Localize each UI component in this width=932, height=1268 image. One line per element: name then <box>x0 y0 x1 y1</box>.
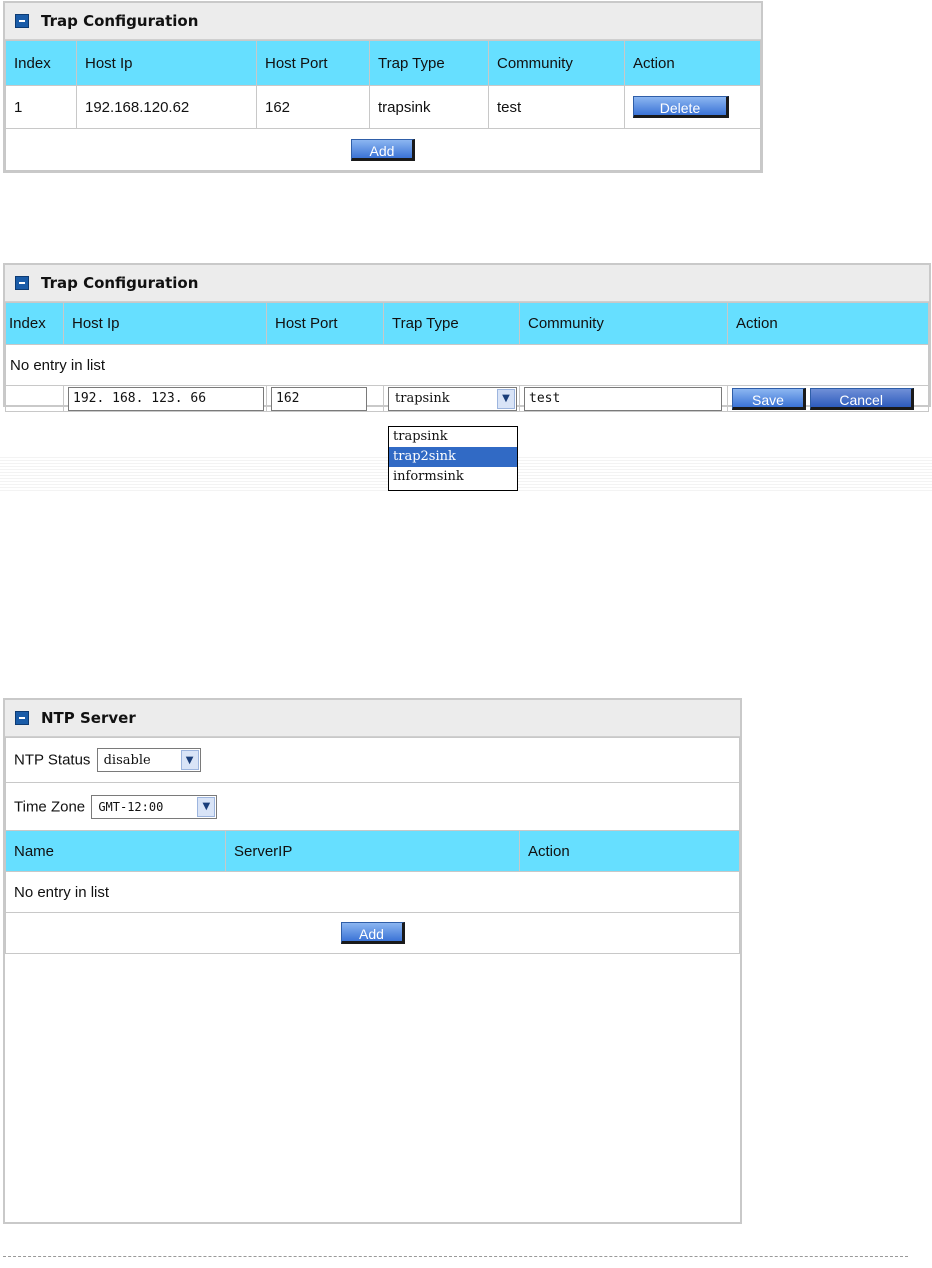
panel-toggle-icon[interactable] <box>15 711 29 725</box>
add-row: Add <box>5 912 740 954</box>
add-row: Add <box>5 128 761 171</box>
trap-table: Index Host Ip Host Port Trap Type Commun… <box>5 302 929 412</box>
community-input[interactable]: test <box>524 386 722 411</box>
empty-message: No entry in list <box>5 871 740 913</box>
add-cell: Add <box>5 912 740 954</box>
time-zone-select[interactable]: GMT-12:00 ▼ <box>91 794 218 819</box>
col-header-community: Community <box>488 40 625 86</box>
new-entry-row: 192. 168. 123. 66 162 trapsink ▼ test Sa… <box>5 385 929 412</box>
panel-title: Trap Configuration <box>41 12 199 30</box>
ntp-status-cell: NTP Status disable ▼ <box>5 737 740 783</box>
host-ip-input[interactable]: 192. 168. 123. 66 <box>68 386 264 411</box>
trap-type-dropdown[interactable]: trapsink trap2sink informsink <box>388 426 518 491</box>
save-button[interactable]: Save <box>732 387 806 410</box>
ntp-status-selected: disable <box>103 752 151 768</box>
panel-toggle-icon[interactable] <box>15 276 29 290</box>
cell-index <box>5 385 64 412</box>
ntp-status-label: NTP Status <box>14 751 91 769</box>
cell-community: test <box>519 385 728 412</box>
table-row: 1 192.168.120.62 162 trapsink test Delet… <box>5 85 761 129</box>
cell-trap-type: trapsink ▼ <box>383 385 520 412</box>
cell-host-port: 162 <box>256 85 370 129</box>
chevron-down-icon[interactable]: ▼ <box>497 388 515 409</box>
trap-config-panel-2: Trap Configuration Index Host Ip Host Po… <box>3 263 931 412</box>
time-zone-cell: Time Zone GMT-12:00 ▼ <box>5 782 740 831</box>
col-header-trap-type: Trap Type <box>383 302 520 345</box>
cell-host-port: 162 <box>266 385 384 412</box>
trap-type-select[interactable]: trapsink ▼ <box>388 386 517 411</box>
time-zone-selected: GMT-12:00 <box>98 799 164 814</box>
ntp-status-select[interactable]: disable ▼ <box>96 748 201 772</box>
cell-index: 1 <box>5 85 77 129</box>
table-header-row: Index Host Ip Host Port Trap Type Commun… <box>5 40 761 86</box>
ntp-server-panel: NTP Server NTP Status disable ▼ Time Zon… <box>3 698 742 1224</box>
col-header-host-ip: Host Ip <box>63 302 267 345</box>
chevron-down-icon[interactable]: ▼ <box>197 796 216 817</box>
empty-message: No entry in list <box>5 344 929 386</box>
section-divider <box>3 1256 908 1257</box>
dropdown-option[interactable]: informsink <box>389 467 517 487</box>
col-header-action: Action <box>624 40 761 86</box>
cell-community: test <box>488 85 625 129</box>
cell-host-ip: 192. 168. 123. 66 <box>63 385 267 412</box>
col-header-index: Index <box>5 40 77 86</box>
chevron-down-icon[interactable]: ▼ <box>180 750 199 770</box>
cell-action: Delete <box>624 85 761 129</box>
ntp-table: NTP Status disable ▼ Time Zone GMT-12:00… <box>5 737 740 954</box>
table-header-row: Index Host Ip Host Port Trap Type Commun… <box>5 302 929 345</box>
panel-title: Trap Configuration <box>41 274 199 292</box>
col-header-index: Index <box>5 302 64 345</box>
col-header-community: Community <box>519 302 728 345</box>
cell-host-ip: 192.168.120.62 <box>76 85 257 129</box>
cell-action: Save Cancel <box>727 385 929 412</box>
add-cell: Add <box>5 128 761 171</box>
dropdown-option-highlighted[interactable]: trap2sink <box>389 447 517 467</box>
col-header-name: Name <box>5 830 226 872</box>
panel-title-bar: Trap Configuration <box>5 265 929 302</box>
empty-row: No entry in list <box>5 871 740 913</box>
trap-type-selected: trapsink <box>395 391 450 406</box>
add-button[interactable]: Add <box>351 138 415 161</box>
cell-trap-type: trapsink <box>369 85 489 129</box>
cancel-button[interactable]: Cancel <box>810 387 915 410</box>
col-header-action: Action <box>727 302 929 345</box>
ntp-status-row: NTP Status disable ▼ <box>5 737 740 783</box>
panel-toggle-icon[interactable] <box>15 14 29 28</box>
time-zone-label: Time Zone <box>14 798 86 815</box>
host-port-input[interactable]: 162 <box>271 386 367 411</box>
panel-title-bar: Trap Configuration <box>5 3 761 40</box>
time-zone-row: Time Zone GMT-12:00 ▼ <box>5 782 740 831</box>
col-header-action: Action <box>519 830 740 872</box>
dropdown-option[interactable]: trapsink <box>389 427 517 447</box>
panel-title-bar: NTP Server <box>5 700 740 737</box>
table-header-row: Name ServerIP Action <box>5 830 740 872</box>
add-button[interactable]: Add <box>340 922 405 944</box>
col-header-host-port: Host Port <box>256 40 370 86</box>
trap-table: Index Host Ip Host Port Trap Type Commun… <box>5 40 761 171</box>
col-header-host-port: Host Port <box>266 302 384 345</box>
col-header-server-ip: ServerIP <box>225 830 520 872</box>
col-header-trap-type: Trap Type <box>369 40 489 86</box>
col-header-host-ip: Host Ip <box>76 40 257 86</box>
panel-title: NTP Server <box>41 709 136 727</box>
empty-row: No entry in list <box>5 344 929 386</box>
delete-button[interactable]: Delete <box>633 96 729 118</box>
trap-config-panel-1: Trap Configuration Index Host Ip Host Po… <box>3 1 763 173</box>
